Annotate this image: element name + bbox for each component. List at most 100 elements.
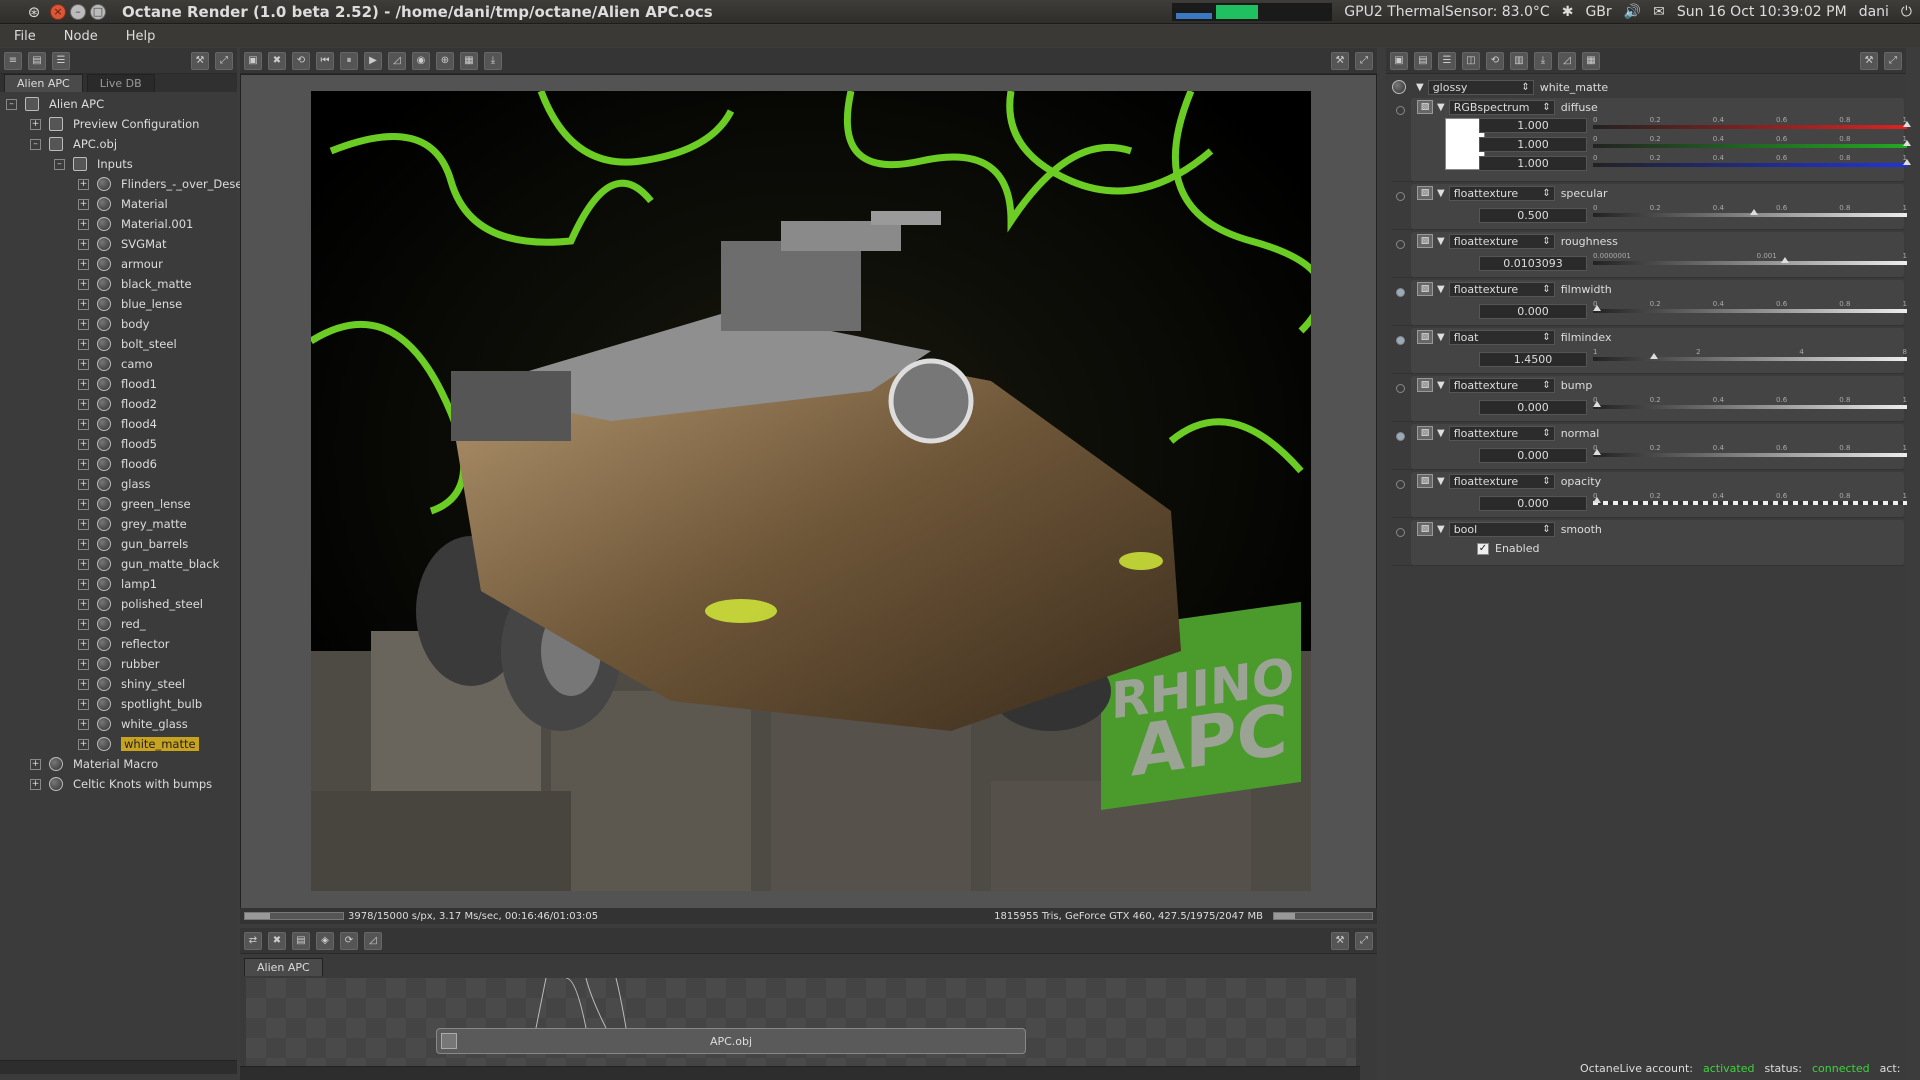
- value-field[interactable]: 1.4500: [1479, 352, 1587, 367]
- inspector-tool-1-icon[interactable]: ▣: [1390, 51, 1408, 70]
- pin-connect-dot[interactable]: [1396, 336, 1405, 345]
- smooth-checkbox-row[interactable]: ✓ Enabled: [1477, 542, 1539, 555]
- expand-icon[interactable]: +: [78, 638, 89, 650]
- tree-row-material[interactable]: + flood4: [0, 414, 237, 434]
- tab-live-db[interactable]: Live DB: [86, 74, 155, 92]
- value-slider[interactable]: 0 0.2 0.4 0.6 0.8 1: [1593, 300, 1907, 316]
- expand-panel-icon[interactable]: ⤢: [215, 51, 233, 70]
- tree-row-material[interactable]: + rubber: [0, 654, 237, 674]
- pin-connect-dot[interactable]: [1396, 192, 1405, 201]
- menu-node[interactable]: Node: [50, 29, 112, 44]
- tree-row-material[interactable]: + spotlight_bulb: [0, 694, 237, 714]
- expand-icon[interactable]: +: [78, 338, 89, 350]
- material-type-select[interactable]: glossy: [1427, 79, 1534, 95]
- mail-icon[interactable]: ✉: [1653, 4, 1665, 20]
- texture-icon[interactable]: ▧: [1417, 330, 1433, 344]
- collapse-arrow-icon[interactable]: ▼: [1437, 188, 1445, 199]
- pin-type-select[interactable]: floattexture: [1448, 377, 1555, 393]
- tree-row-material[interactable]: + reflector: [0, 634, 237, 654]
- tree-row-inputs[interactable]: – Inputs: [0, 154, 237, 174]
- texture-icon[interactable]: ▧: [1417, 378, 1433, 392]
- render-image[interactable]: RHINO APC: [311, 91, 1311, 891]
- maximize-window-button[interactable]: □: [90, 3, 106, 20]
- pin-connect-dot[interactable]: [1396, 106, 1405, 115]
- value-slider[interactable]: 0 0.2 0.4 0.6 0.8 1: [1593, 396, 1907, 412]
- menu-file[interactable]: File: [0, 29, 50, 44]
- collapse-arrow-icon[interactable]: ▼: [1437, 380, 1445, 391]
- outliner-tool-2-icon[interactable]: ▤: [28, 51, 46, 70]
- expand-icon[interactable]: +: [78, 498, 89, 510]
- value-field[interactable]: 0.000: [1479, 496, 1587, 511]
- keyboard-layout[interactable]: GBr: [1585, 4, 1611, 20]
- tree-row-material[interactable]: + polished_steel: [0, 594, 237, 614]
- color-channel-field[interactable]: 1.000: [1479, 156, 1587, 171]
- tree-row-material[interactable]: + white_glass: [0, 714, 237, 734]
- pin-type-select[interactable]: floattexture: [1448, 233, 1555, 249]
- collapse-arrow-icon[interactable]: ▼: [1437, 524, 1445, 535]
- tree-row-obj[interactable]: – APC.obj: [0, 134, 237, 154]
- expand-panel-icon[interactable]: ⤢: [1355, 51, 1373, 70]
- tree-row-root[interactable]: – Alien APC: [0, 94, 237, 114]
- wrench-icon[interactable]: ⚒: [1331, 51, 1349, 70]
- restart-icon[interactable]: ⟲: [292, 51, 310, 70]
- collapse-icon[interactable]: –: [54, 158, 65, 170]
- expand-icon[interactable]: +: [78, 738, 89, 750]
- collapse-arrow-icon[interactable]: ▼: [1437, 102, 1445, 113]
- nodegraph-tool-2-icon[interactable]: ✖: [268, 931, 286, 950]
- expand-icon[interactable]: +: [78, 678, 89, 690]
- expand-icon[interactable]: +: [78, 358, 89, 370]
- expand-icon[interactable]: +: [78, 658, 89, 670]
- tree-row-material[interactable]: + flood1: [0, 374, 237, 394]
- value-slider[interactable]: 0 0.2 0.4 0.6 0.8 1: [1593, 444, 1907, 460]
- collapse-arrow-icon[interactable]: ▼: [1437, 476, 1445, 487]
- tree-row-material[interactable]: + shiny_steel: [0, 674, 237, 694]
- color-channel-field[interactable]: 1.000: [1479, 137, 1587, 152]
- expand-icon[interactable]: +: [78, 258, 89, 270]
- outliner-tool-1-icon[interactable]: ≡: [4, 51, 22, 70]
- pause-icon[interactable]: ⏸: [340, 51, 358, 70]
- color-channel-slider[interactable]: 0 0.2 0.4 0.6 0.8 1: [1593, 116, 1911, 132]
- value-field[interactable]: 0.500: [1479, 208, 1587, 223]
- apc-obj-node[interactable]: APC.obj: [436, 1028, 1026, 1054]
- minimize-window-button[interactable]: –: [70, 3, 86, 20]
- user-name[interactable]: dani: [1859, 4, 1889, 20]
- expand-icon[interactable]: +: [78, 418, 89, 430]
- inspector-tool-8-icon[interactable]: ◿: [1558, 51, 1576, 70]
- texture-icon[interactable]: ▧: [1417, 282, 1433, 296]
- texture-icon[interactable]: ▧: [1417, 186, 1433, 200]
- expand-icon[interactable]: +: [78, 298, 89, 310]
- texture-icon[interactable]: ▧: [1417, 522, 1433, 536]
- power-icon[interactable]: ⏻: [1901, 4, 1912, 20]
- color-channel-slider[interactable]: 0 0.2 0.4 0.6 0.8 1: [1593, 135, 1911, 151]
- wrench-icon[interactable]: ⚒: [1860, 51, 1878, 70]
- expand-icon[interactable]: +: [78, 578, 89, 590]
- tab-nodegraph-alien-apc[interactable]: Alien APC: [244, 958, 323, 976]
- collapse-icon[interactable]: –: [6, 98, 17, 110]
- menu-help[interactable]: Help: [112, 29, 170, 44]
- nodegraph-tool-6-icon[interactable]: ◿: [364, 931, 382, 950]
- texture-icon[interactable]: ▧: [1417, 426, 1433, 440]
- pin-type-select[interactable]: bool: [1448, 521, 1555, 537]
- tree-row-material[interactable]: + lamp1: [0, 574, 237, 594]
- tree-row-material[interactable]: + gun_matte_black: [0, 554, 237, 574]
- tree-row-material[interactable]: + white_matte: [0, 734, 237, 754]
- grid-icon[interactable]: ▦: [460, 51, 478, 70]
- value-slider[interactable]: 0 0.2 0.4 0.6 0.8 1: [1593, 204, 1907, 220]
- expand-icon[interactable]: +: [30, 758, 41, 770]
- inspector-tool-5-icon[interactable]: ⟲: [1486, 51, 1504, 70]
- nodegraph-tool-5-icon[interactable]: ⟳: [340, 931, 358, 950]
- inspector-tool-9-icon[interactable]: ▦: [1582, 51, 1600, 70]
- tree-row-material[interactable]: + black_matte: [0, 274, 237, 294]
- pin-type-select[interactable]: floattexture: [1448, 425, 1555, 441]
- value-field[interactable]: 0.000: [1479, 400, 1587, 415]
- volume-icon[interactable]: 🔊: [1624, 4, 1641, 20]
- expand-icon[interactable]: +: [78, 398, 89, 410]
- pin-connect-dot[interactable]: [1396, 384, 1405, 393]
- checkbox-checked-icon[interactable]: ✓: [1477, 542, 1489, 555]
- stop-render-icon[interactable]: ✖: [268, 51, 286, 70]
- expand-icon[interactable]: +: [78, 218, 89, 230]
- expand-icon[interactable]: +: [78, 538, 89, 550]
- expand-icon[interactable]: +: [30, 118, 41, 130]
- texture-icon[interactable]: ▧: [1417, 100, 1433, 114]
- rewind-icon[interactable]: ⏮: [316, 51, 334, 70]
